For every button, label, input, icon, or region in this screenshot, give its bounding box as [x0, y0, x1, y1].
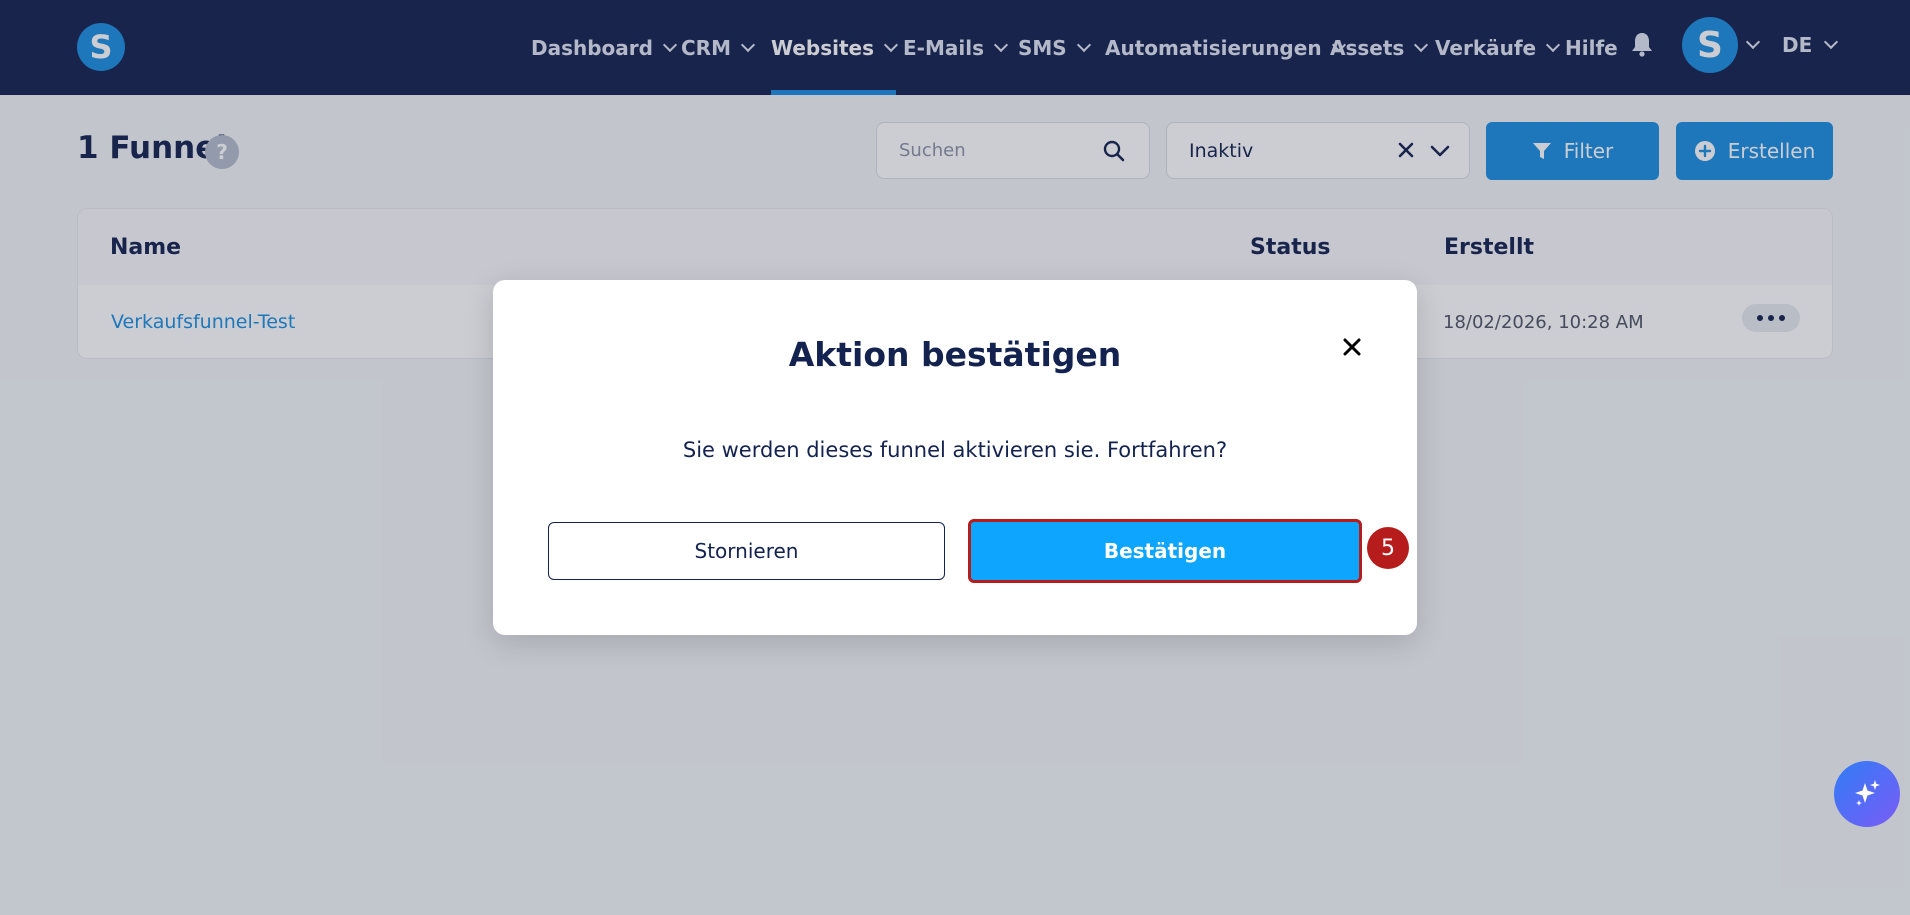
confirm-button[interactable]: Bestätigen — [968, 519, 1362, 583]
dialog-title: Aktion bestätigen — [788, 335, 1122, 374]
dialog-message: Sie werden dieses funnel aktivieren sie.… — [682, 438, 1228, 462]
step-number-badge: 5 — [1367, 527, 1409, 569]
sparkles-icon — [1855, 780, 1880, 806]
close-icon[interactable] — [1340, 335, 1364, 359]
cancel-button[interactable]: Stornieren — [548, 522, 945, 580]
ai-assistant-button[interactable] — [1834, 761, 1900, 827]
confirm-dialog: Aktion bestätigen Sie werden dieses funn… — [493, 280, 1417, 635]
